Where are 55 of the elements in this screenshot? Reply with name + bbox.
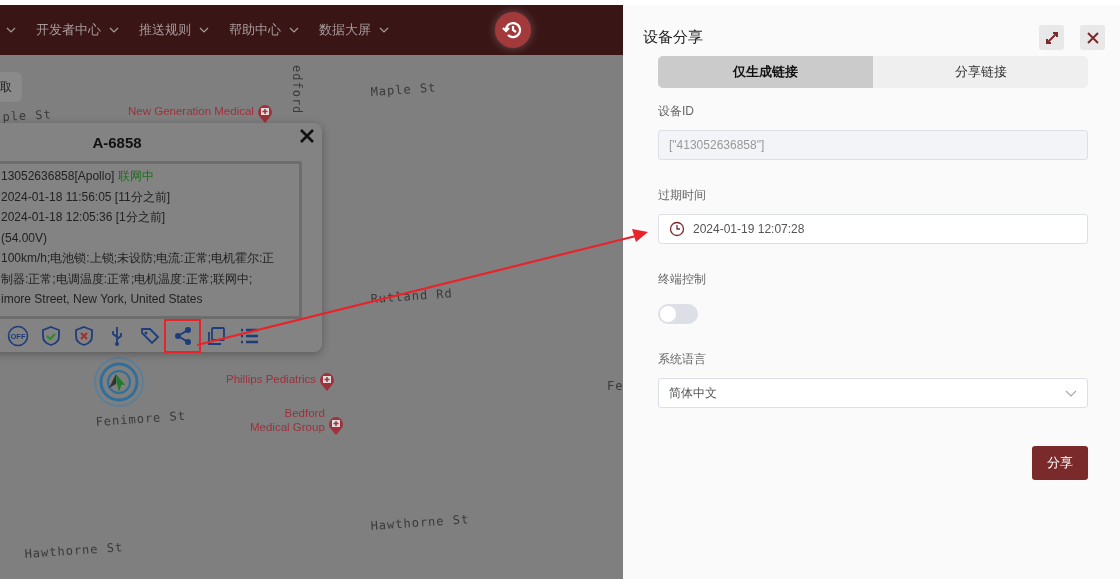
info-line: 2024-01-18 12:05:36 [1分之前] (1, 209, 167, 226)
field-label: 终端控制 (658, 271, 707, 288)
info-line: imore Street, New York, United States (1, 291, 204, 308)
map-button[interactable]: 取 (0, 72, 22, 102)
place-label: Phillips Pediatrics (226, 373, 317, 387)
field-label: 过期时间 (658, 187, 707, 204)
street-label: Hawthorne St (370, 511, 470, 535)
share-button[interactable]: 分享 (1032, 446, 1088, 480)
field-label: 系统语言 (658, 351, 707, 368)
shield-check-icon (39, 325, 62, 347)
expiry-field[interactable]: 2024-01-19 12:07:28 (658, 214, 1088, 244)
nav-menu-item[interactable]: 开发者中心 (36, 20, 119, 40)
nav-menu-item[interactable]: 推送规则 (139, 20, 209, 40)
clock-icon (669, 221, 685, 237)
street-label: Maple St (370, 79, 437, 101)
place-label: Bedford Medical Group (250, 407, 325, 435)
place-label: New Generation Medical (128, 105, 254, 119)
street-label: ple St (2, 106, 53, 126)
toggle-switch[interactable] (658, 304, 698, 324)
expand-button[interactable] (1039, 25, 1064, 50)
vehicle-marker-icon (93, 356, 145, 408)
street-label: Hawthorne St (24, 539, 124, 563)
share-button[interactable] (166, 321, 199, 351)
language-select[interactable]: 简体中文 (658, 378, 1088, 408)
field-label: 设备ID (658, 103, 695, 120)
info-line: 制器:正常;电调温度:正常;电机温度:正常;联网中; (1, 270, 254, 288)
tab[interactable]: 仅生成链接 (658, 56, 873, 88)
shield-x-icon (72, 325, 95, 347)
chevron-down-icon (289, 27, 299, 33)
info-line: (54.00V) (1, 229, 49, 247)
info-line: 100km/h;电池锁:上锁;未设防;电流:正常;电机霍尔:正 (1, 250, 276, 267)
popup-title: A-6858 (92, 134, 142, 151)
nav-menu-item[interactable]: 数据大屏 (319, 20, 389, 40)
hospital-pin-icon (328, 415, 344, 435)
chevron-down-icon (1065, 389, 1077, 397)
close-button[interactable] (300, 129, 314, 143)
close-icon (300, 129, 314, 143)
hospital-pin-icon (319, 371, 335, 391)
info-line: 2024-01-18 11:56:05 [11分之前] (1, 188, 171, 206)
street-label: Fe (607, 378, 623, 395)
street-label: Fenimore St (95, 407, 187, 431)
chevron-down-icon (6, 27, 16, 33)
street-label: edford (289, 65, 305, 115)
expand-icon (1044, 30, 1059, 45)
panel-title: 设备分享 (643, 27, 704, 48)
chevron-down-icon (109, 27, 119, 33)
chevron-down-icon (379, 27, 389, 33)
nav-menu-item[interactable]: 帮助中心 (229, 20, 299, 40)
chevron-down-icon (199, 27, 209, 33)
history-button[interactable] (495, 12, 531, 48)
tag-icon (138, 325, 161, 347)
hospital-pin-icon (257, 103, 273, 123)
close-icon (1086, 31, 1099, 44)
info-line: 13052636858[Apollo] 联网中 (1, 168, 155, 185)
close-button[interactable] (1080, 25, 1105, 50)
